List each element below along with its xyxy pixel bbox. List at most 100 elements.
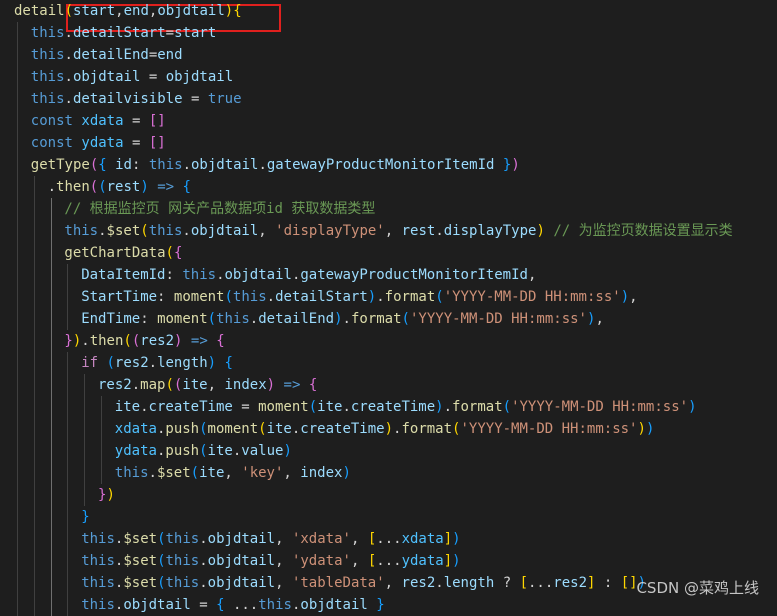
code-token: length [157,355,208,371]
code-token: , [384,575,402,591]
code-token: ) [688,399,697,415]
code-token: ... [376,531,402,547]
code-token: . [199,553,208,569]
code-token: format [350,311,402,327]
code-line[interactable]: getType({ id: this.objdtail.gatewayProdu… [31,154,520,176]
code-token: res2 [401,575,436,591]
code-token: , [207,377,225,393]
indent-guide [17,22,18,616]
code-token: , [275,553,292,569]
code-token: then [89,333,124,349]
code-line[interactable]: this.detailvisible = true [31,88,242,110]
code-token: 'tableData' [291,575,385,591]
watermark: CSDN @菜鸡上线 [636,579,759,597]
code-token: objdtail [157,3,225,19]
code-token: ite [199,465,225,481]
code-token: res2 [98,377,132,393]
code-line[interactable]: this.objdtail = objdtail [31,66,233,88]
code-line[interactable]: DataItemId: this.objdtail.gatewayProduct… [81,264,536,286]
code-token: rest [401,223,436,239]
code-line[interactable]: } [81,506,89,528]
code-token: { [173,245,183,261]
code-token: ) [207,355,217,371]
code-token: ) [645,421,655,437]
code-token: ( [502,399,512,415]
code-editor[interactable]: detail(start,end,objdtail){this.detailSt… [0,0,777,616]
code-line[interactable]: this.$set(ite, 'key', index) [115,462,351,484]
code-token: getChartData [64,245,166,261]
code-line[interactable]: this.detailStart=start [31,22,216,44]
code-token: objdtail [191,157,259,173]
code-token: push [165,443,200,459]
code-token: gatewayProductMonitorItemId [266,157,495,173]
indent-guide [50,198,52,616]
code-token: . [64,25,73,41]
code-line[interactable]: .then((rest) => { [48,176,191,198]
code-token: ( [157,553,166,569]
code-line[interactable]: const xdata = [] [31,110,166,132]
code-line[interactable]: this.detailEnd=end [31,44,183,66]
code-line[interactable]: this.objdtail = { ...this.objdtail } [81,594,385,616]
code-token: this [81,575,115,591]
code-line[interactable]: res2.map((ite, index) => { [98,374,317,396]
code-token: ( [157,575,166,591]
code-token: ite [114,399,141,415]
code-token: . [131,377,141,393]
code-token: ... [528,575,554,591]
code-token: ite [317,399,343,415]
code-line[interactable]: this.$set(this.objdtail, 'xdata', [...xd… [81,528,460,550]
code-line[interactable]: xdata.push(moment(ite.createTime).format… [115,418,655,440]
code-line[interactable]: this.$set(this.objdtail, 'tableData', re… [81,572,646,594]
code-line[interactable]: // 根据监控页 网关产品数据项id 获取数据类型 [64,198,375,220]
code-token: => [157,179,175,195]
code-line[interactable]: StartTime: moment(this.detailStart).form… [81,286,637,308]
code-line[interactable]: }) [98,484,115,506]
code-token: this [30,25,65,41]
code-token: // 根据监控页 网关产品数据项id 获取数据类型 [64,201,376,217]
code-line[interactable]: detail(start,end,objdtail){ [14,0,242,22]
code-line[interactable]: getChartData({ [64,242,182,264]
code-line[interactable]: ydata.push(ite.value) [115,440,292,462]
code-line[interactable]: EndTime: moment(this.detailEnd).format('… [81,308,604,330]
code-token: { [98,157,107,173]
code-token: objdtail [190,223,259,239]
code-token: ) [266,377,276,393]
code-token: detailStart [72,25,166,41]
code-token: : [140,311,158,327]
code-token: ( [435,289,444,305]
code-token: format [384,289,436,305]
code-token: , [595,311,604,327]
code-line[interactable]: }).then((res2) => { [64,330,224,352]
code-token: . [266,289,276,305]
code-token: ( [157,531,166,547]
code-token: . [342,399,351,415]
code-token: { [216,597,225,613]
code-token: } [81,509,90,525]
code-token: this [64,223,99,239]
code-token: this [165,553,200,569]
code-token: = [123,113,149,129]
code-line[interactable]: ite.createTime = moment(ite.createTime).… [115,396,697,418]
code-token: [] [148,135,166,151]
code-line[interactable]: const ydata = [] [31,132,166,154]
code-token: } [376,597,385,613]
code-token: ( [199,443,208,459]
code-token: 'YYYY-MM-DD HH:mm:ss' [409,311,587,327]
code-token: this [30,69,65,85]
code-token: , [258,223,276,239]
code-token: ) [435,399,444,415]
code-token: rest [106,179,141,195]
code-token: [] [148,113,166,129]
code-token: ydata [81,135,124,151]
code-line[interactable]: this.$set(this.objdtail, 'ydata', [...yd… [81,550,460,572]
code-token: start [73,3,116,19]
code-line[interactable]: if (res2.length) { [81,352,233,374]
code-line[interactable]: this.$set(this.objdtail, 'displayType', … [64,220,732,242]
code-token: ( [165,377,174,393]
